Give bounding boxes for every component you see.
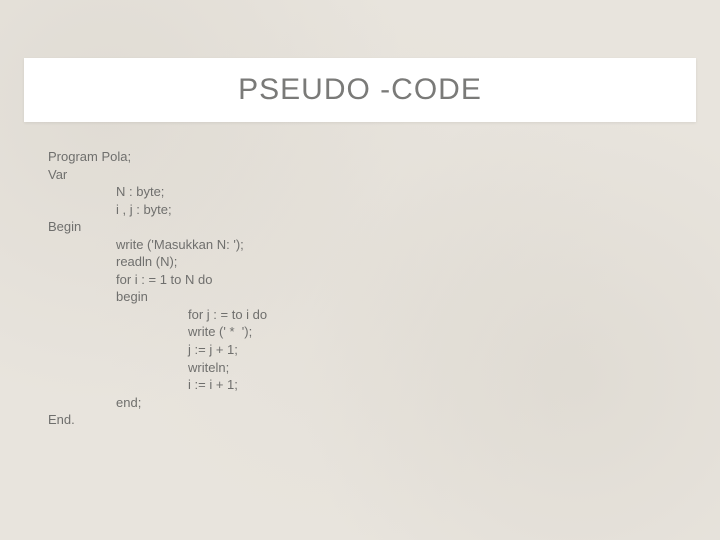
code-line: End. <box>48 411 672 429</box>
code-line: for j : = to i do <box>48 306 672 324</box>
title-bar: PSEUDO -CODE <box>24 58 696 122</box>
code-line: write (' * '); <box>48 323 672 341</box>
code-line: Begin <box>48 218 672 236</box>
code-line: N : byte; <box>48 183 672 201</box>
code-line: writeln; <box>48 359 672 377</box>
slide-title: PSEUDO -CODE <box>238 73 482 107</box>
code-line: write ('Masukkan N: '); <box>48 236 672 254</box>
code-line: i := i + 1; <box>48 376 672 394</box>
code-line: j := j + 1; <box>48 341 672 359</box>
code-line: Var <box>48 166 672 184</box>
code-line: readln (N); <box>48 253 672 271</box>
code-line: end; <box>48 394 672 412</box>
code-line: i , j : byte; <box>48 201 672 219</box>
code-line: for i : = 1 to N do <box>48 271 672 289</box>
code-line: begin <box>48 288 672 306</box>
code-line: Program Pola; <box>48 148 672 166</box>
pseudocode-block: Program Pola; Var N : byte; i , j : byte… <box>48 148 672 429</box>
